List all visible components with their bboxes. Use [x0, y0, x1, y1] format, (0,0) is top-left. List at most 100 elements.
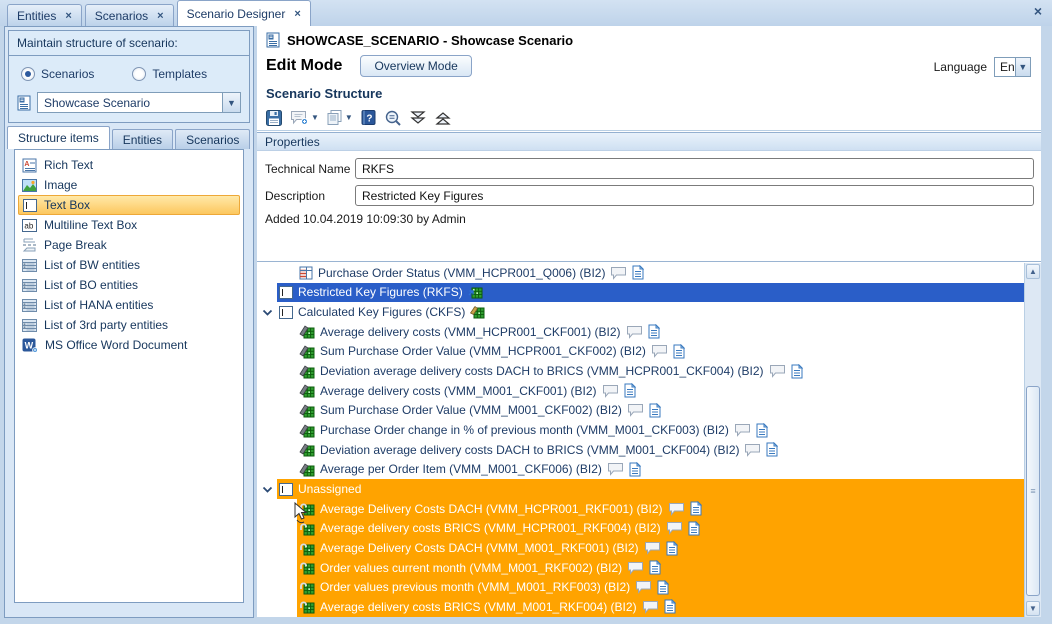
tree-row[interactable]: Order values current month (VMM_M001_RKF…: [257, 558, 1024, 578]
comment-icon[interactable]: [769, 364, 786, 378]
document-icon[interactable]: [688, 521, 700, 536]
tree-row[interactable]: Calculated Key Figures (CKFS): [257, 302, 1024, 322]
tree-row[interactable]: Order values previous month (VMM_M001_RK…: [257, 578, 1024, 598]
comment-icon[interactable]: [651, 344, 668, 358]
tree-row[interactable]: Average delivery costs BRICS (VMM_M001_R…: [257, 597, 1024, 617]
document-icon[interactable]: [632, 265, 644, 280]
comment-icon[interactable]: [635, 580, 652, 594]
document-icon[interactable]: [649, 560, 661, 575]
comment-icon[interactable]: [666, 521, 683, 535]
ckf-icon: [299, 344, 315, 359]
sidebar-tab-scenarios[interactable]: Scenarios: [175, 129, 250, 149]
description-input[interactable]: [355, 185, 1034, 206]
tree-row[interactable]: Average per Order Item (VMM_M001_CKF006)…: [257, 460, 1024, 480]
list-item[interactable]: List of HANA entities: [18, 295, 240, 315]
comment-icon[interactable]: [642, 600, 659, 614]
chevron-down-icon[interactable]: ▼: [1015, 58, 1030, 76]
document-icon[interactable]: [673, 344, 685, 359]
list-item[interactable]: List of BW entities: [18, 255, 240, 275]
scenario-select[interactable]: Showcase Scenario ▼: [37, 92, 241, 113]
document-icon[interactable]: [666, 541, 678, 556]
tree-row[interactable]: Average Delivery Costs DACH (VMM_M001_RK…: [257, 538, 1024, 558]
tab-entities[interactable]: Entities×: [7, 4, 82, 26]
list-item[interactable]: Text Box: [18, 195, 240, 215]
language-select[interactable]: En ▼: [994, 57, 1031, 77]
chevron-down-icon[interactable]: ▼: [311, 113, 319, 122]
move-down-button[interactable]: [408, 109, 428, 127]
tree-row[interactable]: Sum Purchase Order Value (VMM_M001_CKF00…: [257, 401, 1024, 421]
scrollbar-up-button[interactable]: ▲: [1026, 264, 1040, 279]
document-icon[interactable]: [766, 442, 778, 457]
tree-row[interactable]: Average delivery costs (VMM_HCPR001_CKF0…: [257, 322, 1024, 342]
radio-scenarios[interactable]: Scenarios: [21, 67, 94, 81]
list-item[interactable]: List of 3rd party entities: [18, 315, 240, 335]
tree-row[interactable]: Average delivery costs BRICS (VMM_HCPR00…: [257, 519, 1024, 539]
document-icon[interactable]: [648, 324, 660, 339]
tree-row[interactable]: Deviation average delivery costs DACH to…: [257, 361, 1024, 381]
list-item[interactable]: Page Break: [18, 235, 240, 255]
scrollbar-down-button[interactable]: ▼: [1026, 601, 1040, 616]
sidebar-tab-structure-items[interactable]: Structure items: [7, 126, 110, 149]
rkf-small-icon[interactable]: [468, 286, 483, 299]
list-item[interactable]: Image: [18, 175, 240, 195]
chevron-down-icon[interactable]: [262, 485, 273, 494]
tab-scenarios[interactable]: Scenarios×: [85, 4, 174, 26]
vertical-scrollbar[interactable]: ▲ ≡ ▼: [1024, 263, 1041, 617]
tree-row[interactable]: Sum Purchase Order Value (VMM_HCPR001_CK…: [257, 342, 1024, 362]
tree-item-label: Purchase Order Status (VMM_HCPR001_Q006)…: [318, 266, 605, 280]
document-icon[interactable]: [624, 383, 636, 398]
document-icon[interactable]: [756, 423, 768, 438]
document-icon[interactable]: [791, 364, 803, 379]
comment-icon[interactable]: [627, 403, 644, 417]
chevron-down-icon[interactable]: ▼: [222, 93, 240, 112]
list-item[interactable]: List of BO entities: [18, 275, 240, 295]
close-icon[interactable]: ×: [65, 10, 71, 22]
move-up-button[interactable]: [433, 109, 453, 127]
radio-templates[interactable]: Templates: [132, 67, 207, 81]
document-icon[interactable]: [690, 501, 702, 516]
comment-icon[interactable]: [602, 384, 619, 398]
chevron-down-icon[interactable]: [262, 308, 273, 317]
tree-row[interactable]: Purchase Order Status (VMM_HCPR001_Q006)…: [257, 263, 1024, 283]
preview-magnifier-button[interactable]: [383, 108, 403, 128]
comment-icon[interactable]: [644, 541, 661, 555]
list-item[interactable]: abMultiline Text Box: [18, 215, 240, 235]
comment-icon[interactable]: [744, 443, 761, 457]
tree-row[interactable]: Unassigned: [257, 479, 1024, 499]
tree-item-label: Average delivery costs BRICS (VMM_M001_R…: [320, 600, 637, 614]
document-icon[interactable]: [629, 462, 641, 477]
tab-scenario-designer[interactable]: Scenario Designer×: [177, 0, 311, 26]
document-icon[interactable]: [657, 580, 669, 595]
document-icon[interactable]: [664, 599, 676, 614]
overview-mode-button[interactable]: Overview Mode: [360, 55, 471, 77]
comment-icon[interactable]: [626, 325, 643, 339]
tree-row[interactable]: Purchase Order change in % of previous m…: [257, 420, 1024, 440]
tree-indent: [257, 558, 297, 578]
svg-text:W: W: [25, 340, 34, 350]
document-icon[interactable]: [649, 403, 661, 418]
save-button[interactable]: [264, 108, 284, 128]
sidebar-tab-entities[interactable]: Entities: [112, 129, 173, 149]
comment-icon[interactable]: [668, 502, 685, 516]
tree-row[interactable]: Average delivery costs (VMM_M001_CKF001)…: [257, 381, 1024, 401]
tree-row[interactable]: Average Delivery Costs DACH (VMM_HCPR001…: [257, 499, 1024, 519]
comment-icon[interactable]: [610, 266, 627, 280]
scrollbar-thumb[interactable]: ≡: [1026, 386, 1040, 596]
help-book-button[interactable]: ?: [359, 108, 378, 127]
window-close-icon[interactable]: ×: [1034, 4, 1042, 18]
comment-icon[interactable]: [627, 561, 644, 575]
tree-row[interactable]: Deviation average delivery costs DACH to…: [257, 440, 1024, 460]
chevron-down-icon[interactable]: ▼: [345, 113, 353, 122]
comment-icon[interactable]: [734, 423, 751, 437]
ckf-small-icon[interactable]: [470, 305, 485, 319]
technical-name-input[interactable]: [355, 158, 1034, 179]
list-icon: [22, 299, 37, 312]
close-icon[interactable]: ×: [157, 10, 163, 22]
tree-row[interactable]: Restricted Key Figures (RKFS): [257, 283, 1024, 303]
list-item[interactable]: ARich Text: [18, 155, 240, 175]
list-item[interactable]: WMS Office Word Document: [18, 335, 240, 355]
copy-page-button[interactable]: ▼: [325, 108, 354, 127]
comment-icon[interactable]: [607, 462, 624, 476]
close-icon[interactable]: ×: [294, 8, 300, 20]
comment-add-button[interactable]: ▼: [289, 109, 320, 127]
